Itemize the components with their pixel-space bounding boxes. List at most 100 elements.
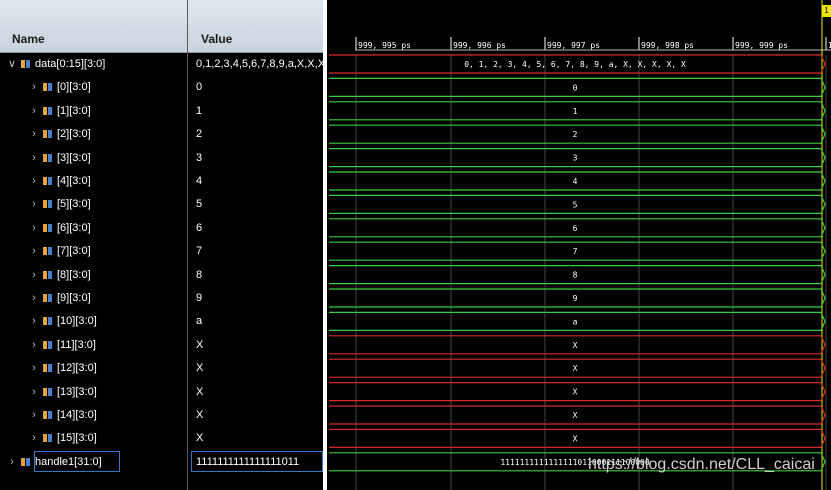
waveform-value-label: X <box>573 341 578 350</box>
signal-name: [4][3:0] <box>57 175 91 187</box>
signal-value[interactable]: 4 <box>196 170 202 193</box>
signal-row[interactable]: ∨ data[0:15][3:0] <box>0 53 187 76</box>
signal-row[interactable]: › [14][3:0] <box>0 404 187 427</box>
bus-signal-icon <box>43 130 52 139</box>
signal-value[interactable]: 8 <box>196 264 202 287</box>
signal-row[interactable]: › [10][3:0] <box>0 310 187 333</box>
time-tick-label: 999, 998 ps <box>641 41 694 50</box>
signal-row[interactable]: › [1][3:0] <box>0 100 187 123</box>
waveform-value-label: 9 <box>573 294 578 303</box>
bus-signal-icon <box>43 434 52 443</box>
bus-signal-icon <box>43 411 52 419</box>
waveform-value-label: a <box>573 317 578 326</box>
time-tick-label: 999, 997 ps <box>547 41 600 50</box>
chevron-right-icon[interactable]: › <box>29 310 39 333</box>
waveform-canvas[interactable]: 0, 1, 2, 3, 4, 5, 6, 7, 8, 9, a, X, X, X… <box>327 0 831 490</box>
signal-row[interactable]: › [15][3:0] <box>0 427 187 450</box>
signal-value[interactable]: 9 <box>196 287 202 310</box>
waveform-value-label: X <box>573 364 578 373</box>
waveform-view[interactable]: 0, 1, 2, 3, 4, 5, 6, 7, 8, 9, a, X, X, X… <box>327 0 831 490</box>
signal-value[interactable]: X <box>196 404 203 427</box>
signal-name: [1][3:0] <box>57 104 91 117</box>
signal-row[interactable]: › [0][3:0] <box>0 76 187 99</box>
signal-row[interactable]: › [7][3:0] <box>0 240 187 263</box>
signal-row[interactable]: › [12][3:0] <box>0 357 187 380</box>
signal-row[interactable]: › [5][3:0] <box>0 193 187 216</box>
signal-name: [2][3:0] <box>57 128 91 141</box>
time-tick-label: 999, 999 ps <box>735 41 788 50</box>
signal-row[interactable]: › [13][3:0] <box>0 381 187 404</box>
signal-value[interactable]: X <box>196 381 203 404</box>
bus-signal-icon <box>43 106 52 115</box>
chevron-right-icon[interactable]: › <box>29 427 39 450</box>
signal-value[interactable]: 3 <box>196 147 202 170</box>
signal-value[interactable]: X <box>196 357 203 380</box>
name-column-header[interactable]: Name <box>0 0 187 53</box>
waveform-value-label: X <box>573 411 578 420</box>
waveform-value-label: X <box>573 434 578 443</box>
selected-signal-outline <box>34 451 120 472</box>
signal-name: [5][3:0] <box>57 198 91 211</box>
chevron-right-icon[interactable]: › <box>29 76 39 99</box>
chevron-right-icon[interactable]: › <box>29 287 39 310</box>
signal-value[interactable]: 6 <box>196 217 202 240</box>
signal-name: [7][3:0] <box>57 245 91 258</box>
chevron-down-icon[interactable]: ∨ <box>7 53 17 76</box>
chevron-right-icon[interactable]: › <box>29 100 39 123</box>
bus-signal-icon <box>43 294 52 302</box>
signal-row[interactable]: › [11][3:0] <box>0 334 187 357</box>
bus-signal-icon <box>21 457 30 466</box>
time-tick-label: 999, 996 ps <box>453 41 506 50</box>
signal-name: [15][3:0] <box>57 432 97 445</box>
signal-row[interactable]: › [8][3:0] <box>0 264 187 287</box>
chevron-right-icon[interactable]: › <box>29 264 39 287</box>
bus-signal-icon <box>43 223 52 232</box>
bus-signal-icon <box>43 270 52 279</box>
chevron-right-icon[interactable]: › <box>29 217 39 240</box>
signal-name: [0][3:0] <box>57 81 91 94</box>
chevron-right-icon[interactable]: › <box>29 334 39 357</box>
signal-value[interactable]: a <box>196 310 202 333</box>
signal-name: [9][3:0] <box>57 292 91 304</box>
signal-name: [8][3:0] <box>57 268 91 281</box>
signal-value[interactable]: 5 <box>196 193 202 216</box>
signal-value[interactable]: 7 <box>196 240 202 263</box>
signal-name: [14][3:0] <box>57 409 97 421</box>
bus-signal-icon <box>43 153 52 162</box>
chevron-right-icon[interactable]: › <box>29 240 39 263</box>
signal-name: [12][3:0] <box>57 362 97 375</box>
waveform-value-label: 8 <box>573 271 578 280</box>
value-column-header[interactable]: Value <box>188 0 323 53</box>
signal-row[interactable]: › [9][3:0] <box>0 287 187 310</box>
waveform-value-label: 4 <box>573 177 578 186</box>
signal-name: [3][3:0] <box>57 151 91 164</box>
signal-value[interactable]: 1 <box>196 100 202 123</box>
signal-row[interactable]: › [6][3:0] <box>0 217 187 240</box>
chevron-right-icon[interactable]: › <box>29 123 39 146</box>
signal-value[interactable]: X <box>196 334 203 357</box>
signal-name: [10][3:0] <box>57 315 97 328</box>
chevron-right-icon[interactable]: › <box>29 381 39 404</box>
chevron-right-icon[interactable]: › <box>29 147 39 170</box>
signal-row[interactable]: › [2][3:0] <box>0 123 187 146</box>
chevron-right-icon[interactable]: › <box>29 170 39 193</box>
signal-value[interactable]: X <box>196 427 203 450</box>
signal-name: [11][3:0] <box>57 338 96 351</box>
chevron-right-icon[interactable]: › <box>29 357 39 380</box>
bus-signal-icon <box>43 177 52 185</box>
signal-row[interactable]: › [3][3:0] <box>0 147 187 170</box>
bus-signal-icon <box>43 387 52 396</box>
waveform-value-label: 3 <box>573 154 578 163</box>
signal-value[interactable]: 2 <box>196 123 202 146</box>
waveform-value-label: 6 <box>573 224 578 233</box>
chevron-right-icon[interactable]: › <box>29 404 39 427</box>
waveform-value-label: 1 <box>573 107 578 116</box>
signal-row[interactable]: › [4][3:0] <box>0 170 187 193</box>
chevron-right-icon[interactable]: › <box>7 451 17 474</box>
chevron-right-icon[interactable]: › <box>29 193 39 216</box>
column-separator[interactable] <box>187 0 188 490</box>
bus-signal-icon <box>43 364 52 373</box>
bus-signal-icon <box>43 317 52 326</box>
signal-value[interactable]: 0 <box>196 76 202 99</box>
cursor-marker[interactable]: 1 <box>822 5 831 17</box>
